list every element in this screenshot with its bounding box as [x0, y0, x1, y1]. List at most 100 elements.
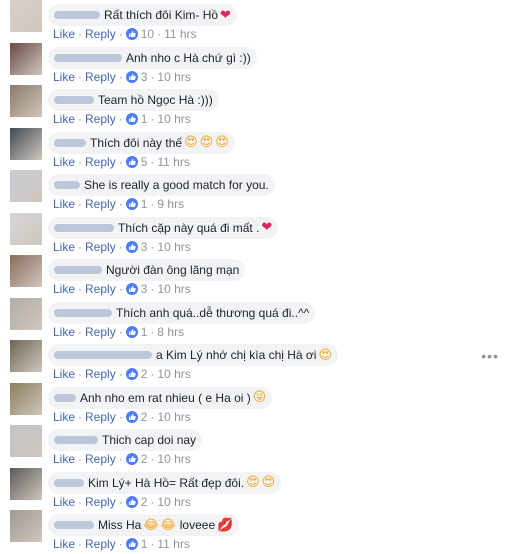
- reply-link[interactable]: Reply: [85, 452, 116, 466]
- like-badge-icon[interactable]: [125, 325, 138, 338]
- timestamp[interactable]: 9 hrs: [157, 197, 184, 211]
- commenter-name-redacted[interactable]: [54, 393, 76, 402]
- timestamp[interactable]: 10 hrs: [157, 452, 190, 466]
- commenter-name-redacted[interactable]: [54, 436, 98, 444]
- like-link[interactable]: Like: [53, 452, 75, 466]
- commenter-name-redacted[interactable]: [54, 351, 152, 359]
- like-count[interactable]: 3: [141, 240, 148, 254]
- like-badge-icon[interactable]: [125, 538, 138, 550]
- reply-link[interactable]: Reply: [85, 197, 116, 211]
- timestamp[interactable]: 10 hrs: [157, 112, 190, 126]
- reply-link[interactable]: Reply: [85, 282, 116, 296]
- reply-link[interactable]: Reply: [85, 155, 116, 169]
- comment-bubble: Thích anh quá..dễ thương quá đi..^^: [48, 301, 316, 324]
- like-count[interactable]: 1: [141, 197, 148, 211]
- reply-link[interactable]: Reply: [85, 70, 116, 84]
- like-count[interactable]: 5: [141, 155, 148, 169]
- timestamp[interactable]: 10 hrs: [157, 240, 190, 254]
- like-link[interactable]: Like: [53, 112, 75, 126]
- like-count[interactable]: 2: [141, 452, 148, 466]
- like-link[interactable]: Like: [53, 240, 75, 254]
- reply-link[interactable]: Reply: [85, 367, 116, 381]
- commenter-name-redacted[interactable]: [54, 266, 102, 274]
- avatar[interactable]: [10, 255, 42, 287]
- reply-link[interactable]: Reply: [85, 27, 116, 41]
- reply-link[interactable]: Reply: [85, 537, 116, 551]
- like-badge-icon[interactable]: [125, 453, 138, 465]
- commenter-name-redacted[interactable]: [54, 53, 122, 62]
- like-count[interactable]: 3: [141, 282, 148, 296]
- like-count[interactable]: 1: [141, 537, 148, 551]
- avatar[interactable]: [10, 127, 42, 160]
- timestamp[interactable]: 10 hrs: [157, 282, 190, 296]
- like-count[interactable]: 1: [141, 112, 148, 126]
- like-badge-icon[interactable]: [125, 283, 138, 295]
- timestamp[interactable]: 10 hrs: [157, 70, 190, 84]
- like-link[interactable]: Like: [53, 325, 75, 339]
- like-link[interactable]: Like: [53, 367, 75, 381]
- avatar[interactable]: [10, 297, 42, 330]
- timestamp[interactable]: 11 hrs: [157, 155, 189, 169]
- reply-link[interactable]: Reply: [85, 325, 116, 339]
- reply-link[interactable]: Reply: [85, 410, 116, 424]
- avatar[interactable]: [10, 42, 42, 75]
- like-badge-icon[interactable]: [125, 410, 138, 423]
- reply-link[interactable]: Reply: [85, 240, 116, 254]
- separator: ·: [118, 239, 123, 254]
- like-link[interactable]: Like: [53, 537, 75, 551]
- timestamp[interactable]: 11 hrs: [164, 27, 196, 41]
- tears-of-joy-icon: 😂: [160, 517, 176, 533]
- like-badge-icon[interactable]: [125, 70, 138, 83]
- reply-link[interactable]: Reply: [85, 495, 116, 509]
- like-link[interactable]: Like: [53, 410, 75, 424]
- like-link[interactable]: Like: [53, 197, 75, 211]
- avatar[interactable]: [10, 467, 42, 500]
- timestamp[interactable]: 8 hrs: [157, 325, 184, 339]
- like-count[interactable]: 2: [141, 495, 148, 509]
- timestamp[interactable]: 10 hrs: [157, 367, 190, 381]
- like-link[interactable]: Like: [53, 27, 75, 41]
- commenter-name-redacted[interactable]: [54, 521, 94, 529]
- commenter-name-redacted[interactable]: [54, 181, 80, 189]
- separator: ·: [78, 282, 83, 296]
- like-count[interactable]: 2: [141, 367, 148, 381]
- avatar[interactable]: [10, 340, 42, 372]
- like-link[interactable]: Like: [53, 495, 75, 509]
- commenter-name-redacted[interactable]: [54, 96, 94, 104]
- timestamp[interactable]: 10 hrs: [157, 410, 190, 424]
- like-link[interactable]: Like: [53, 70, 75, 84]
- more-options-icon[interactable]: •••: [481, 348, 499, 364]
- like-count[interactable]: 10: [141, 27, 154, 41]
- like-count[interactable]: 1: [141, 325, 148, 339]
- like-badge-icon[interactable]: [125, 240, 138, 253]
- avatar[interactable]: [10, 382, 42, 415]
- commenter-name-redacted[interactable]: [54, 223, 114, 232]
- commenter-name-redacted[interactable]: [54, 138, 86, 147]
- like-link[interactable]: Like: [53, 155, 75, 169]
- timestamp[interactable]: 10 hrs: [157, 495, 190, 509]
- comment-bubble: Rất thích đôi Kim- Hồ ❤: [48, 4, 237, 26]
- like-badge-icon[interactable]: [125, 368, 138, 380]
- separator: ·: [118, 537, 123, 551]
- like-badge-icon[interactable]: [125, 495, 138, 508]
- avatar[interactable]: [10, 212, 42, 245]
- avatar[interactable]: [10, 85, 42, 117]
- like-count[interactable]: 2: [141, 410, 148, 424]
- like-badge-icon[interactable]: [125, 28, 138, 40]
- like-count[interactable]: 3: [141, 70, 148, 84]
- commenter-name-redacted[interactable]: [54, 478, 84, 487]
- comment-item: Người đàn ông lãng mạn Like · Reply · 3 · 10 hr…: [0, 255, 509, 298]
- timestamp[interactable]: 11 hrs: [157, 537, 189, 551]
- like-badge-icon[interactable]: [125, 198, 138, 210]
- commenter-name-redacted[interactable]: [54, 11, 100, 19]
- avatar[interactable]: [10, 0, 42, 32]
- like-badge-icon[interactable]: [125, 113, 138, 125]
- comment-item: Rất thích đôi Kim- Hồ ❤ Like · Reply · 10 · 11 h…: [0, 0, 509, 43]
- like-badge-icon[interactable]: [125, 155, 138, 168]
- commenter-name-redacted[interactable]: [54, 308, 112, 317]
- avatar[interactable]: [10, 510, 42, 542]
- avatar[interactable]: [10, 425, 42, 457]
- avatar[interactable]: [10, 170, 42, 202]
- like-link[interactable]: Like: [53, 282, 75, 296]
- reply-link[interactable]: Reply: [85, 112, 116, 126]
